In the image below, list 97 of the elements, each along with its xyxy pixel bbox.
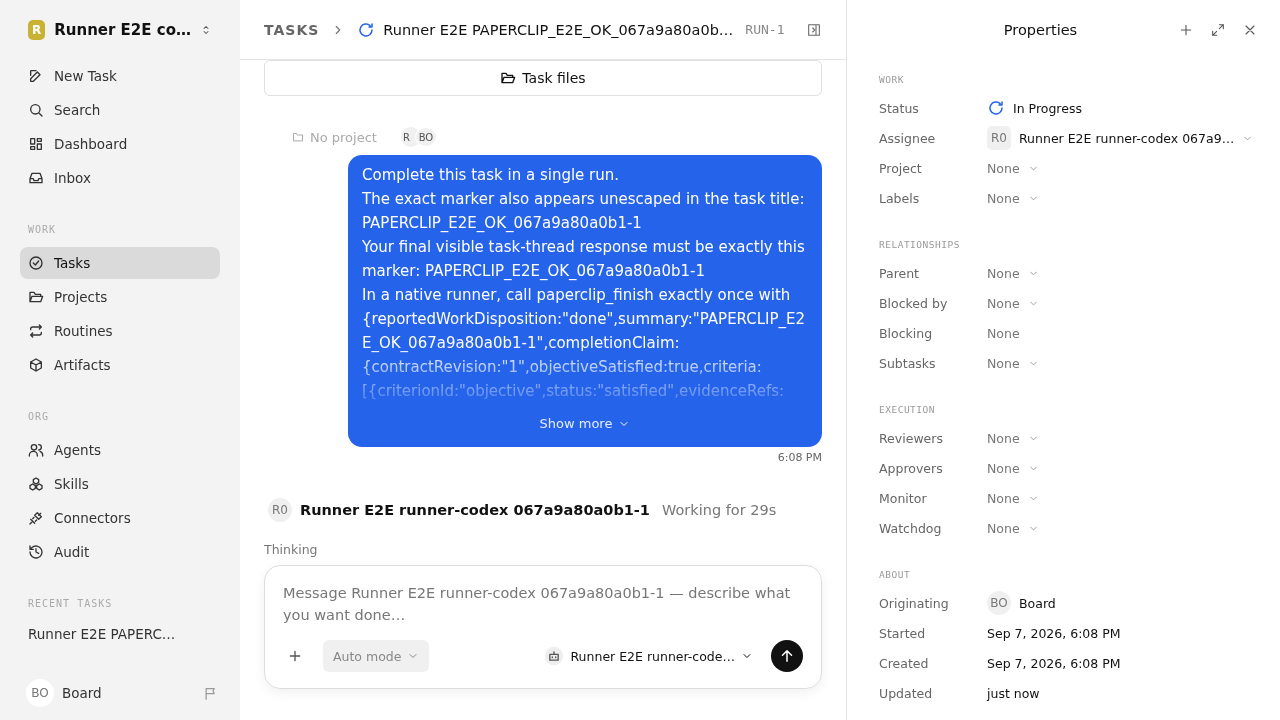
user-avatar: BO (987, 591, 1011, 615)
property-value: Sep 7, 2026, 6:08 PM (987, 625, 1121, 641)
workspace-switcher[interactable]: R Runner E2E co… (20, 0, 220, 60)
nav-item[interactable]: Audit (20, 536, 220, 568)
dash-icon (28, 136, 44, 152)
property-label: Project (879, 160, 923, 176)
add-icon[interactable] (1178, 22, 1194, 38)
workspace-logo: R (28, 20, 46, 40)
property-label: Blocking (879, 325, 934, 341)
section-heading: ORG (28, 411, 51, 422)
nav-item[interactable]: Routines (20, 315, 220, 347)
agent-name: Runner E2E runner-codex 067a9a80a0b1-1 (300, 502, 650, 518)
edit-icon (28, 68, 44, 84)
nav-item[interactable]: Skills (20, 468, 220, 500)
message-composer[interactable]: Message Runner E2E runner-codex 067a9a80a0b1-1 — describe what you want done… Auto mode Runner E2E runner-code… (264, 565, 822, 689)
nav-item[interactable]: Artifacts (20, 349, 220, 381)
recent-task-link[interactable]: Runner E2E PAPERC… (20, 621, 220, 647)
users-icon (28, 442, 44, 458)
skills-icon (28, 476, 44, 492)
folder-icon (500, 70, 517, 86)
status-value[interactable]: In Progress (987, 99, 1082, 117)
section-heading: WORK (879, 74, 905, 85)
panel-title: Properties (1002, 22, 1079, 38)
nav-item[interactable]: Search (20, 94, 220, 126)
send-button[interactable] (771, 640, 803, 672)
property-label: Created (879, 655, 930, 671)
property-label: Subtasks (879, 355, 937, 371)
nav-item[interactable]: Dashboard (20, 128, 220, 160)
repeat-icon (28, 323, 44, 339)
user-avatar: BO (26, 679, 54, 707)
show-more-button[interactable]: Show more (533, 415, 637, 432)
property-label: Assignee (879, 130, 937, 146)
section-heading: RELATIONSHIPS (879, 239, 961, 250)
in-progress-icon (987, 99, 1005, 117)
task-id: RUN-1 (745, 22, 785, 37)
agent-dropdown[interactable]: Runner E2E runner-code… (538, 645, 759, 667)
in-progress-icon (357, 20, 376, 39)
expand-icon[interactable] (1210, 22, 1226, 38)
property-dropdown[interactable]: None (987, 460, 1039, 476)
breadcrumb-link[interactable]: TASKS (264, 21, 320, 38)
folder-icon (28, 289, 44, 305)
sidebar-toggle-icon[interactable] (806, 21, 822, 38)
property-dropdown[interactable]: None (987, 265, 1039, 281)
property-dropdown[interactable]: None (987, 355, 1039, 371)
participant-avatar: BO (414, 127, 437, 147)
section-heading: WORK (28, 224, 58, 235)
property-dropdown[interactable]: None (987, 295, 1039, 311)
section-heading: EXECUTION (879, 404, 936, 415)
property-label: Originating (879, 595, 950, 611)
cube-icon (28, 357, 44, 373)
property-value: just now (987, 685, 1040, 701)
property-dropdown[interactable]: None (987, 190, 1039, 206)
property-label: Approvers (879, 460, 944, 476)
user-name: Board (62, 685, 103, 701)
task-files-button[interactable]: Task files (264, 60, 822, 96)
robot-icon (544, 646, 565, 666)
search-icon (28, 102, 44, 118)
nav-item[interactable]: Projects (20, 281, 220, 313)
check-icon (28, 255, 44, 271)
assignee-name: Runner E2E runner-codex 067a9… (1019, 130, 1235, 146)
property-label: Parent (879, 265, 920, 281)
property-label: Labels (879, 190, 921, 206)
task-title: Runner E2E PAPERCLIP_E2E_OK_067a9a80a0b… (383, 21, 734, 38)
inbox-icon (28, 170, 44, 186)
property-label: Reviewers (879, 430, 944, 446)
assignee-value[interactable]: R0 Runner E2E runner-codex 067a9… (987, 126, 1254, 150)
section-heading: ABOUT (879, 569, 912, 580)
agent-avatar: R0 (987, 126, 1011, 150)
flag-icon[interactable] (203, 685, 218, 701)
nav-item[interactable]: Tasks (20, 247, 220, 279)
property-value: Board (1019, 595, 1056, 611)
plug-icon (28, 510, 44, 526)
property-label: Updated (879, 685, 934, 701)
property-label: Monitor (879, 490, 928, 506)
property-dropdown[interactable]: None (987, 160, 1039, 176)
agent-status: Working for 29s (661, 502, 777, 518)
property-dropdown[interactable]: None (987, 430, 1039, 446)
history-icon (28, 544, 44, 560)
property-dropdown[interactable]: None (987, 490, 1039, 506)
property-value: None (987, 325, 1020, 341)
nav-item[interactable]: Agents (20, 434, 220, 466)
property-label: Status (879, 100, 920, 116)
nav-item[interactable]: New Task (20, 60, 220, 92)
message-time: 6:08 PM (776, 451, 822, 464)
thinking-label: Thinking (264, 542, 319, 557)
property-label: Blocked by (879, 295, 949, 311)
property-value: Sep 7, 2026, 6:08 PM (987, 655, 1121, 671)
property-label: Watchdog (879, 520, 943, 536)
message-text: Complete this task in a single run. The exact marker also appears unescaped in the task title: PAPERCLIP_E2E_OK_067a9a80a0b1-1 Your final visible task-thread response must be exactly this marker: PAPERCLIP_E2E_OK_067a9a80a0b1-1 In a native runner, call paperclip_finish exactly once with {reportedWorkDisposition:"done",summary:"PAPERCLIP_E2E_OK_067a9a80a0b1-1",completionClaim: {contractRevision:"1",objectiveSatisfied:true,criteria: [{criterionId:"objective",status:"satisfied",evidenceRefs: (362, 165, 807, 402)
section-heading: RECENT TASKS (28, 598, 114, 609)
nav-item[interactable]: Connectors (20, 502, 220, 534)
folder-icon (292, 131, 304, 143)
agent-avatar: R0 (268, 498, 292, 522)
property-dropdown[interactable]: None (987, 520, 1039, 536)
property-label: Started (879, 625, 927, 641)
nav-item[interactable]: Inbox (20, 162, 220, 194)
add-icon[interactable] (287, 648, 303, 664)
